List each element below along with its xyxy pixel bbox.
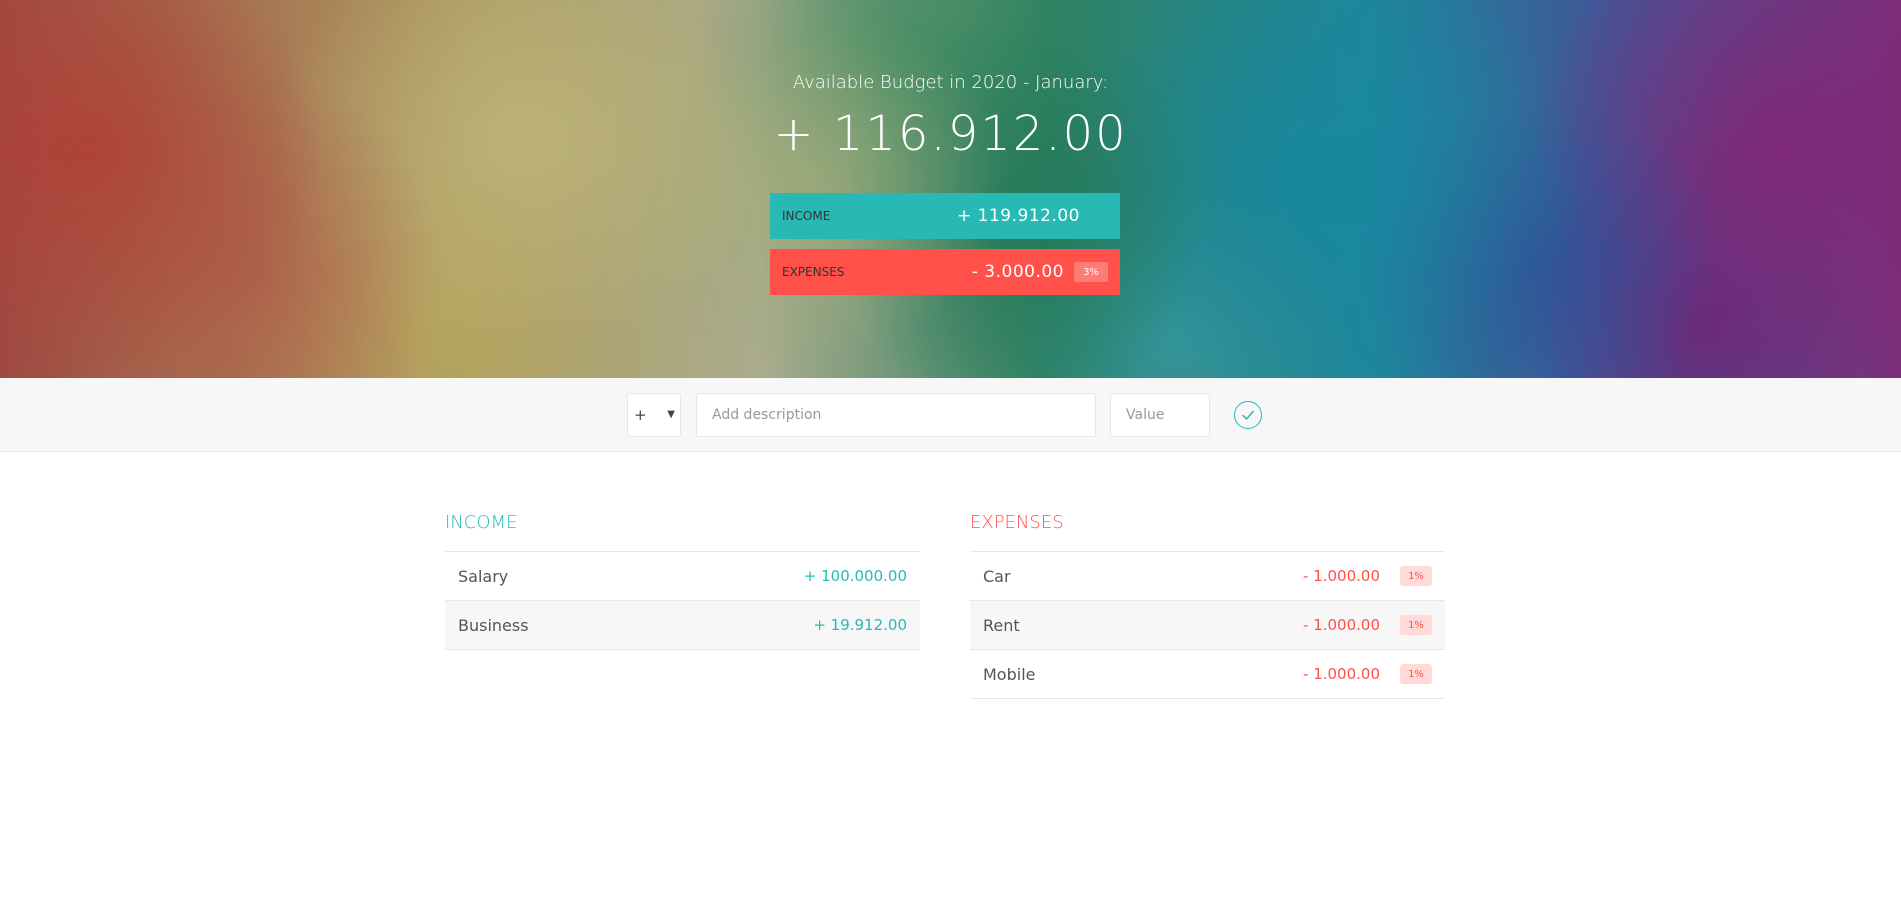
- checkmark-icon: [1242, 410, 1254, 420]
- income-item-salary[interactable]: Salary + 100.000.00: [445, 552, 920, 601]
- item-percentage-badge: 1%: [1400, 664, 1432, 684]
- expense-item-car[interactable]: Car - 1.000.00 1%: [970, 552, 1445, 601]
- income-summary: Income + 119.912.00: [770, 193, 1120, 239]
- add-button[interactable]: [1234, 401, 1262, 429]
- item-percentage-badge: 1%: [1400, 566, 1432, 586]
- item-value: - 1.000.00: [1303, 616, 1380, 634]
- type-select-value: +: [634, 406, 647, 424]
- income-list: Income Salary + 100.000.00 Business + 19…: [445, 512, 920, 650]
- item-value: + 100.000.00: [803, 567, 907, 585]
- budget-summary: Available Budget in 2020 - January: + 11…: [0, 0, 1901, 378]
- item-value: + 19.912.00: [813, 616, 907, 634]
- item-description: Salary: [458, 566, 509, 586]
- expenses-list: Expenses Car - 1.000.00 1% Rent - 1.000.…: [970, 512, 1445, 699]
- item-percentage-badge: 1%: [1400, 615, 1432, 635]
- expenses-summary: Expenses - 3.000.00 3%: [770, 249, 1120, 295]
- income-list-title: Income: [445, 512, 920, 552]
- item-description: Business: [458, 615, 529, 635]
- income-item-business[interactable]: Business + 19.912.00: [445, 601, 920, 650]
- expenses-summary-value: - 3.000.00: [971, 262, 1064, 282]
- add-item-bar: + ▼: [0, 378, 1901, 452]
- budget-value: + 116.912.00: [773, 106, 1128, 162]
- expenses-percentage-badge: 3%: [1074, 262, 1108, 282]
- item-value: - 1.000.00: [1303, 567, 1380, 585]
- chevron-down-icon: ▼: [667, 409, 675, 420]
- item-value: - 1.000.00: [1303, 665, 1380, 683]
- expense-item-rent[interactable]: Rent - 1.000.00 1%: [970, 601, 1445, 650]
- income-summary-value: + 119.912.00: [957, 206, 1080, 226]
- header-background-image: Available Budget in 2020 - January: + 11…: [0, 0, 1901, 378]
- value-input[interactable]: [1110, 393, 1210, 437]
- expenses-list-title: Expenses: [970, 512, 1445, 552]
- budget-title: Available Budget in 2020 - January:: [792, 72, 1109, 93]
- expense-item-mobile[interactable]: Mobile - 1.000.00 1%: [970, 650, 1445, 699]
- type-select[interactable]: + ▼: [627, 393, 681, 437]
- description-input[interactable]: [696, 393, 1096, 437]
